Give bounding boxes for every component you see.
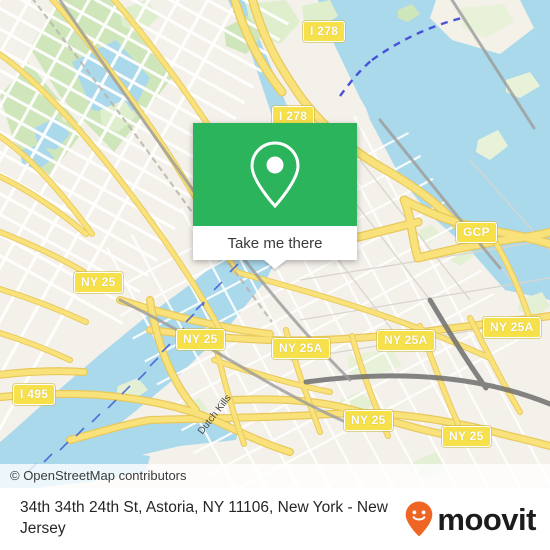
highway-shield: I 495 xyxy=(13,384,56,405)
highway-shield: NY 25 xyxy=(442,426,491,447)
highway-shield: NY 25A xyxy=(272,338,330,359)
moovit-wordmark: moovit xyxy=(437,501,536,537)
popup-action-row[interactable]: Take me there xyxy=(193,226,357,260)
popup-tail xyxy=(264,260,286,269)
highway-shield: NY 25 xyxy=(176,329,225,350)
moovit-pin-smile-icon xyxy=(406,501,433,537)
highway-shield: NY 25A xyxy=(377,330,435,351)
highway-shield: GCP xyxy=(456,222,497,243)
take-me-there-popup[interactable]: Take me there xyxy=(193,123,357,260)
moovit-map-screenshot: I 278 I 278 GCP NY 25 NY 25 NY 25A NY 25A NY 25… xyxy=(0,0,550,550)
osm-attribution[interactable]: © OpenStreetMap contributors xyxy=(0,464,550,488)
highway-shield: NY 25 xyxy=(74,272,123,293)
highway-shield: NY 25 xyxy=(344,410,393,431)
highway-shield: NY 25A xyxy=(483,317,541,338)
highway-shield: I 278 xyxy=(303,21,346,42)
map-pin-icon xyxy=(250,140,300,208)
footer-bar: 34th 34th 24th St, Astoria, NY 11106, Ne… xyxy=(0,488,550,550)
take-me-there-label: Take me there xyxy=(227,234,323,252)
location-address: 34th 34th 24th St, Astoria, NY 11106, Ne… xyxy=(20,499,388,537)
popup-header xyxy=(193,123,357,226)
moovit-logo[interactable]: moovit xyxy=(405,501,536,537)
